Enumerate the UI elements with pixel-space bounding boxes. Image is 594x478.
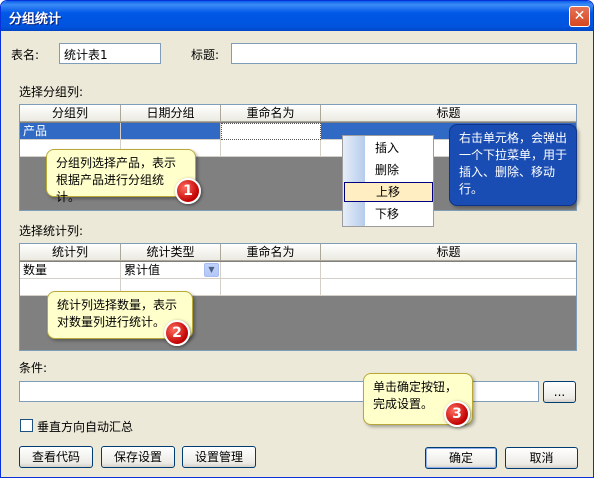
menu-item-move-up[interactable]: 上移 [344,182,433,202]
table-name-label: 表名: [11,48,40,62]
group-section-label: 选择分组列: [19,85,84,99]
stat-cell[interactable] [321,262,576,279]
stat-header-title[interactable]: 标题 [321,244,576,261]
group-cell[interactable] [221,123,321,140]
menu-item-delete[interactable]: 删除 [344,160,433,180]
tooltip-right-click: 右击单元格，会弹出一个下拉菜单，用于插入、删除、移动行。 [449,124,577,206]
stat-cell[interactable] [221,262,321,279]
ok-button[interactable]: 确定 [425,447,497,469]
group-stats-dialog: 分组统计 ✕ 表名: 统计表1 标题: 选择分组列: 分组列 日期分组 重命名为… [0,0,594,478]
menu-item-move-down[interactable]: 下移 [344,204,433,224]
table-row[interactable]: 数量 累计值 ▼ [20,262,576,279]
stat-section-label: 选择统计列: [19,224,84,238]
step-badge-1: 1 [175,178,201,204]
group-cell[interactable]: 产品 [20,123,121,140]
condition-label: 条件: [19,361,48,375]
view-code-button[interactable]: 查看代码 [19,446,93,468]
title-bar[interactable]: 分组统计 ✕ [1,1,593,31]
group-header-date[interactable]: 日期分组 [121,105,221,122]
close-button[interactable]: ✕ [569,6,590,27]
group-header-rename[interactable]: 重命名为 [221,105,321,122]
title-input[interactable] [231,43,577,64]
cancel-button[interactable]: 取消 [505,447,578,469]
title-label: 标题: [191,48,220,62]
context-menu: 插入 删除 上移 下移 [342,135,434,227]
stat-cell[interactable] [221,279,321,296]
close-icon: ✕ [573,8,586,24]
step-badge-2: 2 [164,320,190,346]
table-name-input[interactable]: 统计表1 [59,43,161,64]
auto-sum-checkbox[interactable] [20,419,33,432]
stat-header-type[interactable]: 统计类型 [121,244,221,261]
window-title: 分组统计 [9,12,62,27]
stat-type-value: 累计值 [124,263,161,277]
stat-cell[interactable]: 数量 [20,262,121,279]
group-grid-header: 分组列 日期分组 重命名为 标题 [20,105,576,122]
stat-header-col[interactable]: 统计列 [20,244,121,261]
step-badge-3: 3 [444,401,470,427]
stat-cell[interactable] [321,279,576,296]
stat-grid-header: 统计列 统计类型 重命名为 标题 [20,244,576,261]
auto-sum-label: 垂直方向自动汇总 [37,420,134,434]
manage-settings-button[interactable]: 设置管理 [182,446,256,468]
stat-header-rename[interactable]: 重命名为 [221,244,321,261]
menu-item-insert[interactable]: 插入 [344,138,433,158]
group-cell[interactable] [121,123,221,140]
group-cell[interactable] [221,140,321,157]
condition-browse-button[interactable]: ... [543,381,576,403]
tooltip-group: 分组列选择产品，表示根据产品进行分组统计。 [46,149,196,204]
group-header-col[interactable]: 分组列 [20,105,121,122]
group-header-title[interactable]: 标题 [321,105,576,122]
chevron-down-icon[interactable]: ▼ [204,263,219,277]
save-settings-button[interactable]: 保存设置 [101,446,175,468]
stat-type-select[interactable]: 累计值 ▼ [121,262,221,279]
